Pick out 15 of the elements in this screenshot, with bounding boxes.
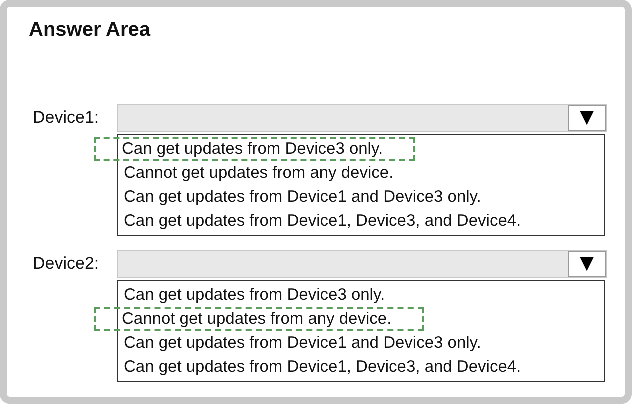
dropdown-button[interactable]: ▼: [568, 251, 606, 277]
answer-option[interactable]: Can get updates from Device1, Device3, and Device4.: [120, 355, 526, 379]
answer-option[interactable]: Cannot get updates from any device.: [120, 161, 398, 185]
answer-option[interactable]: Can get updates from Device1 and Device3 only.: [120, 185, 486, 209]
answer-option[interactable]: Can get updates from Device1 and Device3 only.: [120, 331, 486, 355]
answer-option[interactable]: Cannot get updates from any device.: [94, 307, 424, 331]
device-label: Device1:: [33, 108, 100, 128]
dropdown-field[interactable]: ▼: [117, 104, 607, 132]
device-label: Device2:: [33, 254, 100, 274]
answer-option[interactable]: Can get updates from Device3 only.: [120, 283, 390, 307]
answer-option[interactable]: Can get updates from Device1, Device3, and Device4.: [120, 209, 526, 233]
dropdown-field[interactable]: ▼: [117, 250, 607, 278]
dropdown-button[interactable]: ▼: [568, 105, 606, 131]
answer-option[interactable]: Can get updates from Device3 only.: [94, 137, 416, 161]
panel-title: Answer Area: [29, 19, 152, 42]
